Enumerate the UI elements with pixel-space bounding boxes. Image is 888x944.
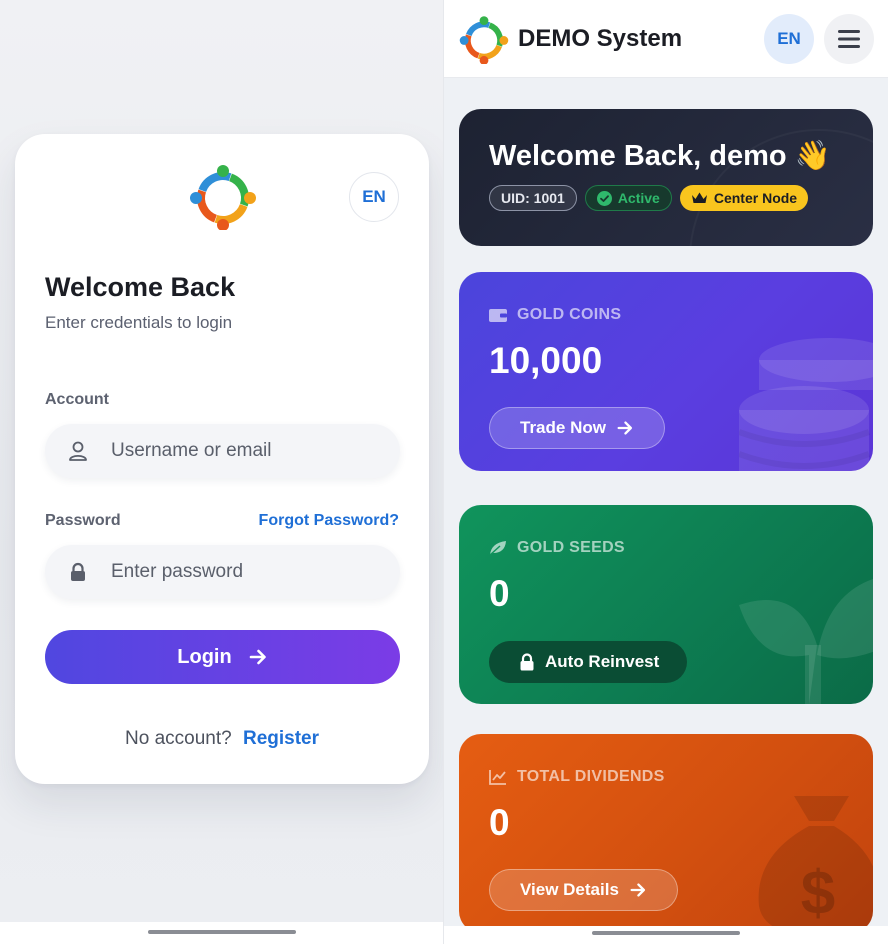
status-badge: Active	[584, 185, 672, 211]
register-link[interactable]: Register	[243, 728, 319, 749]
top-bar: DEMO System EN	[444, 0, 888, 78]
trade-now-button[interactable]: Trade Now	[489, 407, 665, 449]
crown-icon	[691, 192, 707, 203]
wallet-icon	[489, 308, 507, 322]
register-row: No account? Register	[15, 728, 429, 750]
auto-reinvest-label: Auto Reinvest	[545, 652, 660, 671]
language-button[interactable]: EN	[764, 14, 814, 64]
total-dividends-label: TOTAL DIVIDENDS	[517, 768, 665, 785]
line-chart-icon	[489, 770, 506, 785]
no-account-text: No account?	[125, 728, 232, 749]
home-indicator[interactable]	[148, 930, 296, 934]
language-button[interactable]: EN	[349, 172, 399, 222]
gold-seeds-value: 0	[489, 573, 510, 614]
page-title: Welcome Back	[45, 272, 236, 302]
home-indicator-area	[444, 926, 888, 944]
money-bag-icon: $	[758, 796, 873, 933]
gold-coins-value: 10,000	[489, 340, 603, 381]
coins-stack-icon	[739, 338, 873, 471]
total-dividends-card: $ TOTAL DIVIDENDS 0 View Details	[459, 734, 873, 933]
trade-now-label: Trade Now	[520, 418, 606, 437]
welcome-title: Welcome Back, demo 👋	[489, 140, 831, 172]
total-dividends-header: TOTAL DIVIDENDS	[489, 768, 665, 786]
login-card: EN Welcome Back Enter credentials to log…	[15, 134, 429, 784]
hamburger-menu-icon	[838, 30, 860, 48]
app-title: DEMO System	[518, 25, 683, 52]
password-label: Password	[45, 512, 121, 529]
arrow-right-icon	[630, 883, 645, 897]
node-badge-label: Center Node	[713, 190, 798, 206]
leaf-icon	[489, 541, 506, 556]
home-indicator[interactable]	[592, 931, 740, 935]
status-badge-label: Active	[617, 190, 660, 206]
user-icon	[67, 440, 89, 462]
sprout-icon	[739, 579, 873, 704]
gold-seeds-header: GOLD SEEDS	[489, 539, 625, 557]
svg-text:$: $	[801, 859, 835, 928]
lock-icon	[67, 561, 89, 583]
node-badge: Center Node	[679, 185, 809, 211]
uid-badge: UID: 1001	[489, 185, 577, 211]
menu-button[interactable]	[824, 14, 874, 64]
gold-coins-label: GOLD COINS	[517, 306, 622, 323]
gold-seeds-label: GOLD SEEDS	[517, 539, 625, 556]
app-logo	[459, 16, 509, 64]
account-label: Account	[45, 391, 109, 408]
account-input[interactable]: Username or email	[45, 424, 400, 478]
app-logo	[190, 165, 256, 230]
lock-icon	[520, 653, 534, 671]
home-indicator-area	[0, 922, 444, 944]
forgot-password-link[interactable]: Forgot Password?	[259, 512, 399, 530]
arrow-right-icon	[249, 649, 266, 665]
arrow-right-icon	[617, 421, 632, 435]
welcome-badges: UID: 1001 Active Center Node	[489, 185, 809, 211]
page-subtitle: Enter credentials to login	[45, 313, 233, 332]
password-placeholder: Enter password	[111, 561, 244, 582]
login-screen: EN Welcome Back Enter credentials to log…	[0, 0, 444, 944]
gold-coins-header: GOLD COINS	[489, 306, 621, 324]
gold-coins-card: GOLD COINS 10,000 Trade Now	[459, 272, 873, 471]
dashboard-screen: DEMO System EN Welcome Back, demo 👋 UID:…	[444, 0, 888, 944]
password-input[interactable]: Enter password	[45, 545, 400, 599]
login-button[interactable]: Login	[45, 630, 400, 684]
view-details-button[interactable]: View Details	[489, 869, 678, 911]
check-circle-icon	[596, 190, 612, 206]
total-dividends-value: 0	[489, 802, 510, 843]
auto-reinvest-button[interactable]: Auto Reinvest	[489, 641, 688, 683]
login-button-label: Login	[177, 645, 232, 668]
gold-seeds-card: GOLD SEEDS 0 Auto Reinvest	[459, 505, 873, 704]
welcome-card: Welcome Back, demo 👋 UID: 1001 Active Ce…	[459, 109, 873, 246]
view-details-label: View Details	[520, 880, 619, 899]
account-placeholder: Username or email	[111, 440, 272, 461]
